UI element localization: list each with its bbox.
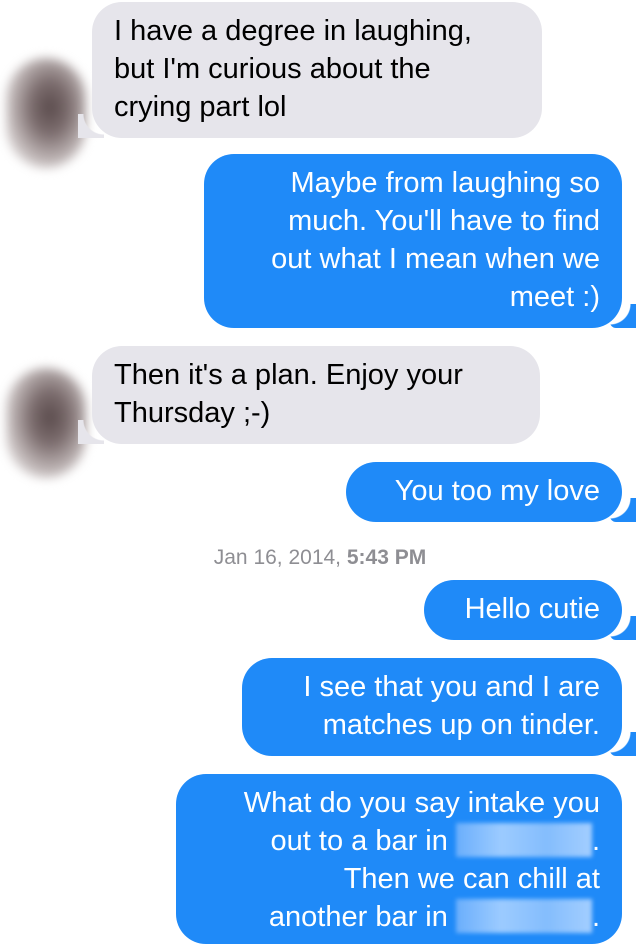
message-text: I have a degree in laughing,	[114, 15, 472, 47]
message-thread: I have a degree in laughing, but I'm cur…	[0, 0, 640, 944]
contact-avatar[interactable]	[6, 58, 86, 168]
message-text: Hello cutie	[464, 593, 600, 625]
message-timestamp: Jan 16, 2014, 5:43 PM	[0, 545, 640, 571]
redacted-location	[455, 899, 592, 933]
outgoing-message-bubble[interactable]: Maybe from laughing so much. You'll have…	[204, 154, 636, 328]
message-text: Maybe from laughing so	[290, 167, 601, 199]
message-text: but I'm curious about the	[114, 53, 431, 85]
timestamp-time: 5:43 PM	[346, 546, 427, 569]
message-text: Thursday ;-)	[114, 397, 271, 429]
message-text: crying part lol	[114, 91, 287, 123]
redacted-location	[455, 823, 592, 857]
message-text: You too my love	[394, 475, 600, 507]
outgoing-message-bubble[interactable]: What do you say intake you out to a bar …	[176, 774, 622, 944]
message-text: another bar in	[268, 901, 448, 933]
message-text: out to a bar in	[270, 825, 448, 857]
contact-avatar[interactable]	[6, 368, 86, 478]
incoming-message-bubble[interactable]: Then it's a plan. Enjoy your Thursday ;-…	[78, 346, 540, 444]
outgoing-message-bubble[interactable]: Hello cutie	[424, 580, 636, 640]
timestamp-date: Jan 16, 2014,	[213, 546, 342, 569]
message-text: .	[591, 901, 600, 933]
message-text: matches up on tinder.	[322, 709, 600, 741]
message-text: meet :)	[509, 281, 600, 313]
message-text: Then it's a plan. Enjoy your	[114, 359, 463, 391]
outgoing-message-bubble[interactable]: You too my love	[346, 462, 636, 522]
message-text-line: out to a bar in .	[198, 822, 600, 860]
incoming-message-bubble[interactable]: I have a degree in laughing, but I'm cur…	[78, 2, 542, 138]
message-text: I see that you and I are	[303, 671, 600, 703]
message-text: Then we can chill at	[343, 863, 600, 895]
outgoing-message-bubble[interactable]: I see that you and I are matches up on t…	[242, 658, 636, 756]
message-text-line: another bar in .	[198, 898, 600, 936]
message-text: .	[591, 825, 600, 857]
message-text: What do you say intake you	[243, 787, 600, 819]
message-text: out what I mean when we	[271, 243, 600, 275]
message-text: much. You'll have to find	[288, 205, 600, 237]
